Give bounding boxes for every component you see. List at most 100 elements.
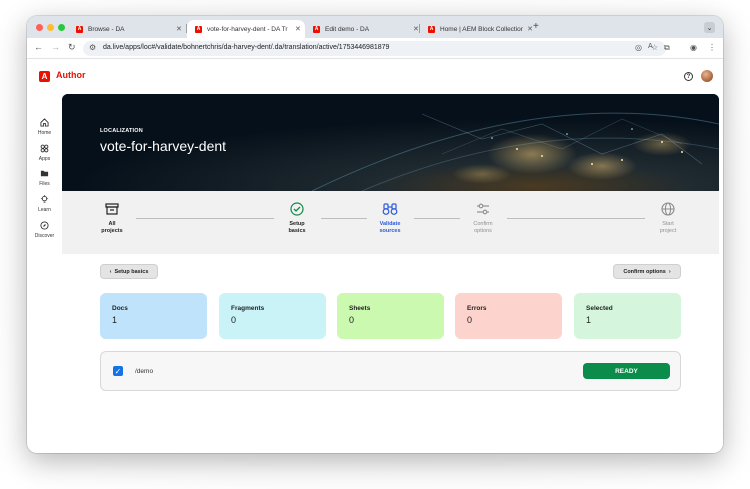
sidebar-item-discover[interactable]: Discover [27, 221, 62, 239]
adobe-favicon-icon: A [76, 25, 83, 33]
sidebar-item-label: Home [37, 130, 52, 136]
step-label: basics [288, 228, 306, 234]
chevron-right-icon: › [668, 268, 671, 275]
stat-value: 0 [349, 315, 355, 325]
browser-window: A Browse - DA ✕ A vote-for-harvey-dent -… [27, 16, 723, 453]
app-header: A Author ? [27, 59, 723, 93]
browser-tab[interactable]: A Home | AEM Block Collection ✕ [420, 20, 533, 38]
step-connector [414, 218, 460, 219]
tab-title: Home | AEM Block Collection [440, 25, 524, 33]
close-window-button[interactable] [36, 24, 43, 31]
browser-tab-active[interactable]: A vote-for-harvey-dent - DA Tr ✕ [187, 20, 305, 38]
folder-icon [27, 169, 62, 180]
sliders-icon [458, 201, 508, 217]
sidebar-item-files[interactable]: Files [27, 169, 62, 187]
sidebar-item-label: Discover [34, 233, 55, 239]
step-start-project[interactable]: Start project [643, 201, 693, 235]
binoculars-icon [365, 201, 415, 217]
sidebar-item-learn[interactable]: Learn [27, 195, 62, 213]
more-menu-icon[interactable]: ⋮ [708, 43, 716, 52]
sidebar-item-home[interactable]: Home [27, 118, 62, 136]
stat-label: Selected [586, 305, 613, 312]
new-tab-icon[interactable]: + [533, 21, 539, 32]
hero-banner: LOCALIZATION vote-for-harvey-dent [62, 94, 719, 191]
stat-value: 1 [112, 315, 118, 325]
adobe-favicon-icon: A [313, 25, 320, 33]
source-path: /demo [135, 368, 154, 375]
stat-card-selected: Selected 1 [574, 293, 681, 339]
step-validate-sources[interactable]: Validate sources [365, 201, 415, 235]
forward-arrow-icon[interactable]: → [51, 42, 60, 52]
reload-icon[interactable]: ↻ [68, 42, 76, 53]
stat-label: Fragments [231, 305, 265, 312]
minimize-window-button[interactable] [47, 24, 54, 31]
adobe-favicon-icon: A [195, 25, 202, 33]
progress-stepper: All projects Setup basics Validate sources … [62, 191, 719, 254]
close-tab-icon[interactable]: ✕ [176, 25, 182, 33]
step-connector [136, 218, 274, 219]
home-icon [27, 118, 62, 129]
back-arrow-icon[interactable]: ← [34, 42, 43, 52]
profile-icon[interactable]: ◉ [690, 43, 697, 52]
step-confirm-options[interactable]: Confirm options [458, 201, 508, 235]
step-label: Confirm [473, 221, 493, 227]
step-setup-basics[interactable]: Setup basics [272, 201, 322, 235]
address-bar[interactable]: ⚙ da.live/apps/loc#/validate/bohnertchri… [83, 41, 666, 56]
step-label: options [474, 228, 492, 234]
lightbulb-icon [27, 195, 62, 206]
tab-title: vote-for-harvey-dent - DA Tr [207, 25, 288, 33]
source-checkbox[interactable]: ✓ [113, 366, 123, 376]
confirm-options-next-button[interactable]: Confirm options › [613, 264, 681, 279]
browser-tab[interactable]: A Browse - DA ✕ [68, 20, 186, 38]
stat-value: 0 [231, 315, 237, 325]
app-name[interactable]: Author [56, 70, 86, 80]
archive-icon [87, 201, 137, 217]
apps-icon [27, 144, 62, 155]
sidebar-item-label: Learn [38, 207, 51, 213]
page-title: vote-for-harvey-dent [100, 138, 227, 154]
main-content: LOCALIZATION vote-for-harvey-dent All pro… [62, 93, 723, 453]
zoom-window-button[interactable] [58, 24, 65, 31]
tab-search-chevron-icon[interactable]: ⌄ [704, 22, 715, 33]
url-text[interactable]: da.live/apps/loc#/validate/bohnertchris/… [103, 44, 389, 51]
hero-eyebrow: LOCALIZATION [100, 128, 143, 134]
window-controls [36, 24, 65, 31]
browser-toolbar: ← → ↻ ⚙ da.live/apps/loc#/validate/bohne… [27, 38, 723, 59]
adobe-favicon-icon: A [428, 25, 435, 33]
sidebar-item-apps[interactable]: Apps [27, 144, 62, 162]
extensions-icon[interactable]: ⧉ [664, 43, 670, 53]
close-tab-icon[interactable]: ✕ [413, 25, 419, 33]
step-connector [507, 218, 645, 219]
sidebar-item-label: Files [39, 181, 50, 187]
step-all-projects[interactable]: All projects [87, 201, 137, 235]
step-label: project [659, 228, 677, 234]
browser-tab[interactable]: A Edit demo - DA ✕ [305, 20, 419, 38]
chevron-left-icon: ‹ [109, 268, 112, 275]
setup-basics-back-button[interactable]: ‹ Setup basics [100, 264, 158, 279]
avatar[interactable] [701, 70, 713, 82]
sidebar: Home Apps Files Learn Discover [27, 93, 62, 453]
adobe-logo-icon[interactable]: A [39, 71, 50, 82]
status-badge: READY [583, 363, 670, 379]
step-connector [321, 218, 367, 219]
stat-card-docs: Docs 1 [100, 293, 207, 339]
step-label: projects [101, 228, 123, 234]
site-info-icon[interactable]: ⚙ [89, 43, 96, 52]
check-circle-icon [272, 201, 322, 217]
stat-card-fragments: Fragments 0 [219, 293, 326, 339]
eye-slash-icon[interactable]: ◎ [635, 43, 642, 52]
stat-label: Sheets [349, 305, 371, 312]
back-button-label: Setup basics [114, 268, 149, 275]
step-label: Setup [289, 221, 305, 227]
stat-card-errors: Errors 0 [455, 293, 562, 339]
help-icon[interactable]: ? [684, 72, 693, 81]
stat-value: 1 [586, 315, 592, 325]
stat-value: 0 [467, 315, 473, 325]
stat-card-sheets: Sheets 0 [337, 293, 444, 339]
globe-icon [643, 201, 693, 217]
step-label: All [108, 221, 116, 227]
close-tab-icon[interactable]: ✕ [295, 25, 301, 33]
tab-title: Edit demo - DA [325, 25, 370, 33]
translate-icon[interactable]: A [648, 43, 653, 50]
next-button-label: Confirm options [623, 268, 666, 275]
